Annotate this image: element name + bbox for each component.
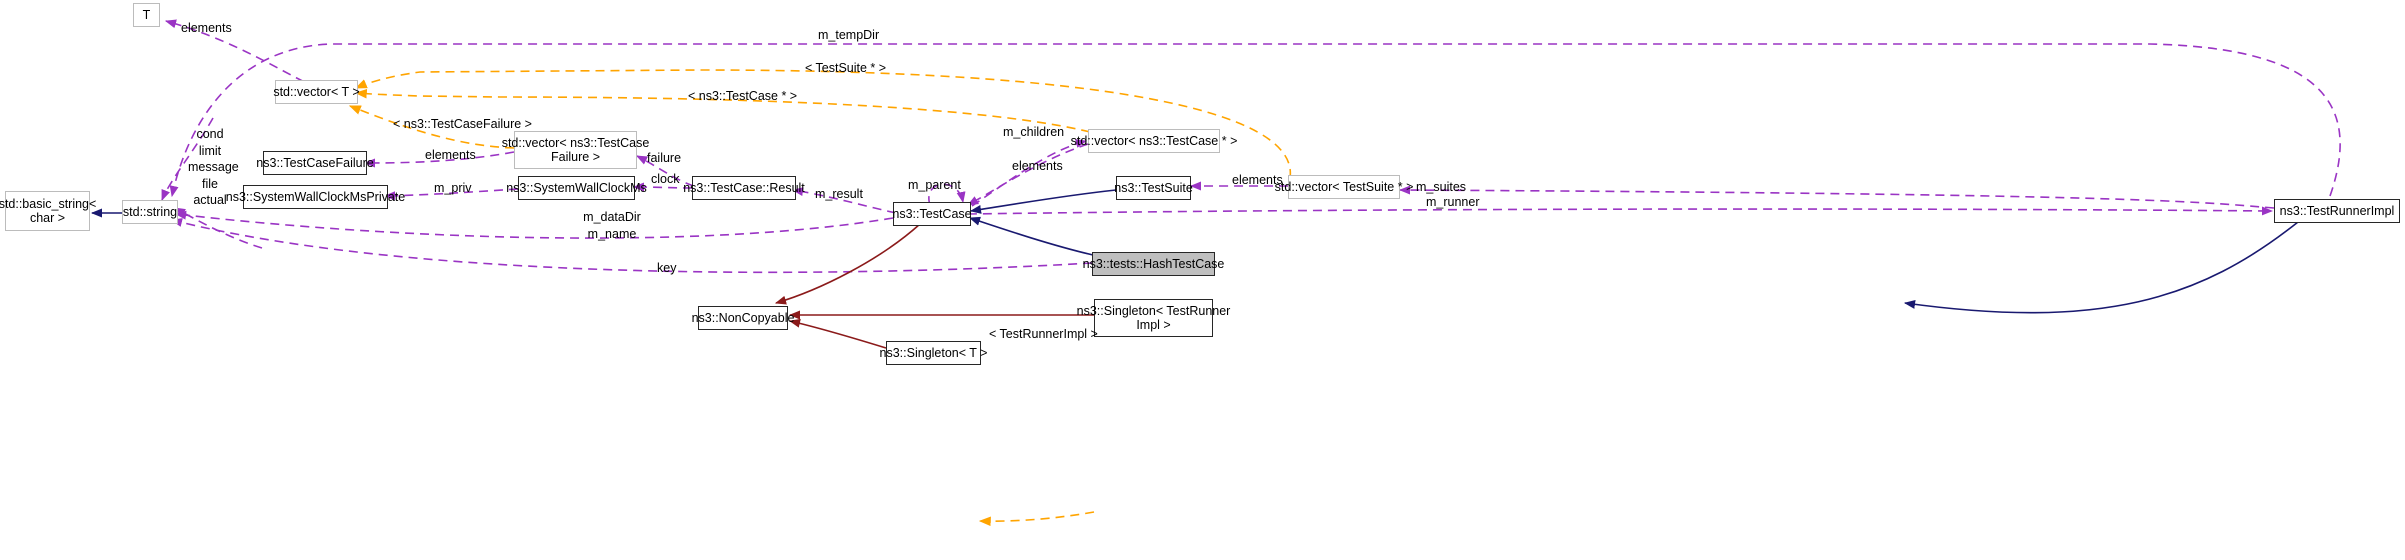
node-testrunnerimpl[interactable]: ns3::TestRunnerImpl (2274, 199, 2400, 223)
edge-testcase-mrunner-testrunnerimpl (967, 206, 2274, 216)
edge-label-elements-T: elements (181, 21, 232, 35)
node-testrunnerimpl-label: ns3::TestRunnerImpl (2279, 204, 2395, 218)
node-std-string[interactable]: std::string (122, 200, 178, 224)
node-syswallclockms[interactable]: ns3::SystemWallClockMs (506, 176, 647, 200)
node-basic-string-label: std::basic_string< char > (0, 197, 97, 225)
node-hashtestcase[interactable]: ns3::tests::HashTestCase (1083, 252, 1224, 276)
collaboration-diagram-canvas: T std::vector< T > std::basic_string< ch… (0, 0, 2405, 560)
edge-protected-testcase-noncopyable (774, 223, 921, 305)
edge-label-m-children: m_children (1003, 125, 1065, 139)
edge-tmpl-singletontrunner-singletonT (978, 511, 1095, 527)
node-noncopyable[interactable]: ns3::NonCopyable (692, 306, 794, 330)
node-vector-testsuite-ptr-label: std::vector< TestSuite * > (1274, 180, 1414, 194)
edge-inherit-testrunnerimpl-singletontrunner (1903, 221, 2299, 314)
node-vector-testsuite-ptr[interactable]: std::vector< TestSuite * > (1275, 175, 1413, 199)
node-vector-testcase-ptr[interactable]: std::vector< ns3::TestCase * > (1071, 129, 1237, 153)
node-T[interactable]: T (133, 3, 160, 27)
edge-vectortestcaseptr-elements-testcase (967, 143, 1089, 206)
edge-label-key: key (657, 261, 677, 275)
edge-label-elements-testsuite: elements (1232, 173, 1283, 187)
edge-label-m-priv: m_priv (434, 181, 472, 195)
edge-testcase-datadir-name-string (174, 210, 894, 239)
node-testsuite-label: ns3::TestSuite (1114, 181, 1193, 195)
node-singleton-testrunnerimpl-label: ns3::Singleton< TestRunner Impl > (1076, 304, 1231, 332)
node-singleton-testrunnerimpl[interactable]: ns3::Singleton< TestRunner Impl > (1077, 299, 1230, 337)
node-testcase-result-label: ns3::TestCase::Result (683, 181, 805, 195)
edge-label-m-tempdir: m_tempDir (818, 28, 880, 42)
edge-testrunnerimpl-msuites-vectortestsuiteptr (1398, 185, 2275, 209)
edge-label-elements-testcase: elements (1012, 159, 1063, 173)
edge-layer (90, 19, 2341, 527)
edge-label-testrunnerimpl-template: < TestRunnerImpl > (989, 327, 1098, 341)
node-syswallclockmsprivate-label: ns3::SystemWallClockMsPrivate (225, 190, 406, 204)
node-vector-T[interactable]: std::vector< T > (273, 80, 360, 104)
edge-label-testcasefailure-template: < ns3::TestCaseFailure > (393, 117, 532, 131)
node-vector-T-label: std::vector< T > (273, 85, 360, 99)
node-T-label: T (142, 8, 151, 22)
edge-label-m-suites: m_suites (1416, 180, 1467, 194)
edge-label-string-fields: cond limit message file actual (188, 127, 239, 207)
edge-label-elements-failure: elements (425, 148, 476, 162)
node-testcasefailure[interactable]: ns3::TestCaseFailure (256, 151, 374, 175)
node-hashtestcase-label: ns3::tests::HashTestCase (1082, 257, 1225, 271)
edge-label-m-datadir-m-name: m_dataDir m_name (583, 210, 641, 241)
edge-label-clock: clock (651, 172, 680, 186)
edge-label-m-parent: m_parent (908, 178, 961, 192)
edge-label-m-runner: m_runner (1426, 195, 1480, 209)
node-vector-testcase-ptr-label: std::vector< ns3::TestCase * > (1070, 134, 1238, 148)
node-testcase-result[interactable]: ns3::TestCase::Result (683, 176, 805, 200)
node-testsuite[interactable]: ns3::TestSuite (1114, 176, 1193, 200)
edge-inherit-hashtestcase-testcase (968, 216, 1094, 256)
node-vector-testcasefailure[interactable]: std::vector< ns3::TestCase Failure > (502, 131, 649, 169)
edge-label-testcase-ptr-template: < ns3::TestCase * > (688, 89, 798, 103)
node-syswallclockms-label: ns3::SystemWallClockMs (506, 181, 647, 195)
edge-label-failure: failure (647, 151, 682, 165)
node-vector-testcasefailure-label: std::vector< ns3::TestCase Failure > (501, 136, 650, 164)
node-testcase[interactable]: ns3::TestCase (892, 202, 972, 226)
node-testcase-label: ns3::TestCase (892, 207, 972, 221)
node-testcasefailure-label: ns3::TestCaseFailure (256, 156, 374, 170)
node-noncopyable-label: ns3::NonCopyable (691, 311, 795, 325)
edge-testcasefailure-fields-string (174, 207, 263, 249)
edge-protected-singletonT-noncopyable (788, 318, 887, 349)
edge-label-testsuite-ptr-template: < TestSuite * > (805, 61, 887, 75)
node-std-string-label: std::string (122, 205, 178, 219)
edge-label-m-result: m_result (815, 187, 863, 201)
edge-inherit-testsuite-testcase (969, 189, 1117, 214)
node-singleton-T-label: ns3::Singleton< T > (879, 346, 988, 360)
node-syswallclockmsprivate[interactable]: ns3::SystemWallClockMsPrivate (226, 185, 405, 209)
node-singleton-T[interactable]: ns3::Singleton< T > (880, 341, 987, 365)
node-basic-string[interactable]: std::basic_string< char > (0, 191, 96, 231)
